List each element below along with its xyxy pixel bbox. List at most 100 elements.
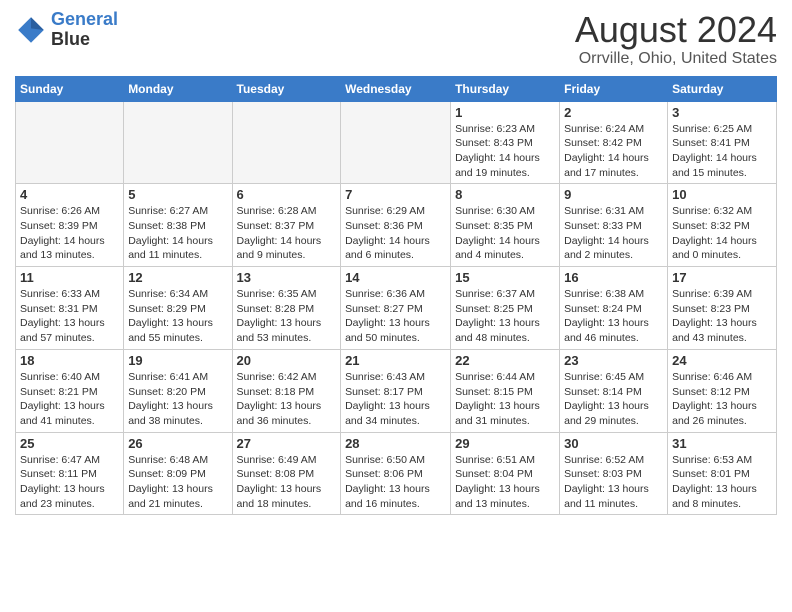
title-block: August 2024 Orrville, Ohio, United State…: [575, 10, 777, 68]
calendar-cell: 28 Sunrise: 6:50 AM Sunset: 8:06 PM Dayli…: [341, 432, 451, 515]
day-number: 12: [128, 270, 227, 285]
day-number: 19: [128, 353, 227, 368]
calendar-cell: 24 Sunrise: 6:46 AM Sunset: 8:12 PM Dayli…: [668, 349, 777, 432]
day-info: Sunrise: 6:35 AM Sunset: 8:28 PM Dayligh…: [237, 287, 337, 346]
calendar-cell: 30 Sunrise: 6:52 AM Sunset: 8:03 PM Dayli…: [560, 432, 668, 515]
calendar-cell: 17Sunrise: 6:39 AM Sunset: 8:23 PM Dayli…: [668, 267, 777, 350]
day-info: Sunrise: 6:45 AM Sunset: 8:14 PM Dayligh…: [564, 370, 663, 429]
day-info: Sunrise: 6:36 AM Sunset: 8:27 PM Dayligh…: [345, 287, 446, 346]
day-info: Sunrise: 6:34 AM Sunset: 8:29 PM Dayligh…: [128, 287, 227, 346]
day-number: 14: [345, 270, 446, 285]
day-number: 4: [20, 187, 119, 202]
calendar: SundayMondayTuesdayWednesdayThursdayFrid…: [15, 76, 777, 516]
calendar-cell: 29Sunrise: 6:51 AM Sunset: 8:04 PM Dayli…: [451, 432, 560, 515]
calendar-header: SundayMondayTuesdayWednesdayThursdayFrid…: [16, 76, 777, 101]
calendar-cell: 20Sunrise: 6:42 AM Sunset: 8:18 PM Dayli…: [232, 349, 341, 432]
day-info: Sunrise: 6:52 AM Sunset: 8:03 PM Dayligh…: [564, 453, 663, 512]
day-info: Sunrise: 6:48 AM Sunset: 8:09 PM Dayligh…: [128, 453, 227, 512]
page: General Blue August 2024 Orrville, Ohio,…: [0, 0, 792, 525]
day-number: 21: [345, 353, 446, 368]
days-of-week-row: SundayMondayTuesdayWednesdayThursdayFrid…: [16, 76, 777, 101]
calendar-cell: 2 Sunrise: 6:24 AM Sunset: 8:42 PM Daylig…: [560, 101, 668, 184]
day-info: Sunrise: 6:38 AM Sunset: 8:24 PM Dayligh…: [564, 287, 663, 346]
day-info: Sunrise: 6:24 AM Sunset: 8:42 PM Dayligh…: [564, 122, 663, 181]
day-number: 22: [455, 353, 555, 368]
calendar-week-row: 11 Sunrise: 6:33 AM Sunset: 8:31 PM Dayli…: [16, 267, 777, 350]
calendar-cell: 4 Sunrise: 6:26 AM Sunset: 8:39 PM Daylig…: [16, 184, 124, 267]
day-info: Sunrise: 6:41 AM Sunset: 8:20 PM Dayligh…: [128, 370, 227, 429]
day-number: 6: [237, 187, 337, 202]
day-of-week-header: Monday: [124, 76, 232, 101]
day-number: 24: [672, 353, 772, 368]
day-info: Sunrise: 6:25 AM Sunset: 8:41 PM Dayligh…: [672, 122, 772, 181]
calendar-cell: 10 Sunrise: 6:32 AM Sunset: 8:32 PM Dayli…: [668, 184, 777, 267]
day-info: Sunrise: 6:50 AM Sunset: 8:06 PM Dayligh…: [345, 453, 446, 512]
day-number: 9: [564, 187, 663, 202]
day-info: Sunrise: 6:40 AM Sunset: 8:21 PM Dayligh…: [20, 370, 119, 429]
calendar-cell: 31 Sunrise: 6:53 AM Sunset: 8:01 PM Dayli…: [668, 432, 777, 515]
calendar-week-row: 1 Sunrise: 6:23 AM Sunset: 8:43 PM Daylig…: [16, 101, 777, 184]
logo-line2: Blue: [51, 30, 118, 50]
calendar-cell: 26 Sunrise: 6:48 AM Sunset: 8:09 PM Dayli…: [124, 432, 232, 515]
day-number: 30: [564, 436, 663, 451]
calendar-cell: [232, 101, 341, 184]
calendar-cell: 6 Sunrise: 6:28 AM Sunset: 8:37 PM Daylig…: [232, 184, 341, 267]
calendar-cell: 19 Sunrise: 6:41 AM Sunset: 8:20 PM Dayli…: [124, 349, 232, 432]
calendar-cell: 15 Sunrise: 6:37 AM Sunset: 8:25 PM Dayli…: [451, 267, 560, 350]
day-number: 2: [564, 105, 663, 120]
calendar-week-row: 25 Sunrise: 6:47 AM Sunset: 8:11 PM Dayli…: [16, 432, 777, 515]
calendar-week-row: 4 Sunrise: 6:26 AM Sunset: 8:39 PM Daylig…: [16, 184, 777, 267]
day-number: 13: [237, 270, 337, 285]
day-info: Sunrise: 6:27 AM Sunset: 8:38 PM Dayligh…: [128, 204, 227, 263]
calendar-week-row: 18Sunrise: 6:40 AM Sunset: 8:21 PM Dayli…: [16, 349, 777, 432]
day-number: 15: [455, 270, 555, 285]
day-info: Sunrise: 6:28 AM Sunset: 8:37 PM Dayligh…: [237, 204, 337, 263]
calendar-cell: 14 Sunrise: 6:36 AM Sunset: 8:27 PM Dayli…: [341, 267, 451, 350]
calendar-cell: 11 Sunrise: 6:33 AM Sunset: 8:31 PM Dayli…: [16, 267, 124, 350]
day-number: 1: [455, 105, 555, 120]
day-number: 26: [128, 436, 227, 451]
header: General Blue August 2024 Orrville, Ohio,…: [15, 10, 777, 68]
calendar-cell: 3 Sunrise: 6:25 AM Sunset: 8:41 PM Daylig…: [668, 101, 777, 184]
calendar-cell: 21Sunrise: 6:43 AM Sunset: 8:17 PM Dayli…: [341, 349, 451, 432]
day-number: 16: [564, 270, 663, 285]
logo-line1: General: [51, 9, 118, 29]
day-number: 8: [455, 187, 555, 202]
day-number: 25: [20, 436, 119, 451]
calendar-body: 1 Sunrise: 6:23 AM Sunset: 8:43 PM Daylig…: [16, 101, 777, 515]
day-info: Sunrise: 6:30 AM Sunset: 8:35 PM Dayligh…: [455, 204, 555, 263]
day-info: Sunrise: 6:37 AM Sunset: 8:25 PM Dayligh…: [455, 287, 555, 346]
day-number: 23: [564, 353, 663, 368]
day-info: Sunrise: 6:32 AM Sunset: 8:32 PM Dayligh…: [672, 204, 772, 263]
subtitle: Orrville, Ohio, United States: [575, 50, 777, 68]
calendar-cell: [341, 101, 451, 184]
calendar-cell: 7Sunrise: 6:29 AM Sunset: 8:36 PM Daylig…: [341, 184, 451, 267]
day-number: 5: [128, 187, 227, 202]
logo: General Blue: [15, 10, 118, 50]
calendar-cell: 23 Sunrise: 6:45 AM Sunset: 8:14 PM Dayli…: [560, 349, 668, 432]
calendar-cell: 22Sunrise: 6:44 AM Sunset: 8:15 PM Dayli…: [451, 349, 560, 432]
day-number: 3: [672, 105, 772, 120]
day-info: Sunrise: 6:53 AM Sunset: 8:01 PM Dayligh…: [672, 453, 772, 512]
calendar-cell: 18Sunrise: 6:40 AM Sunset: 8:21 PM Dayli…: [16, 349, 124, 432]
day-of-week-header: Friday: [560, 76, 668, 101]
day-info: Sunrise: 6:26 AM Sunset: 8:39 PM Dayligh…: [20, 204, 119, 263]
day-of-week-header: Saturday: [668, 76, 777, 101]
day-info: Sunrise: 6:33 AM Sunset: 8:31 PM Dayligh…: [20, 287, 119, 346]
day-info: Sunrise: 6:47 AM Sunset: 8:11 PM Dayligh…: [20, 453, 119, 512]
day-info: Sunrise: 6:46 AM Sunset: 8:12 PM Dayligh…: [672, 370, 772, 429]
calendar-cell: 1 Sunrise: 6:23 AM Sunset: 8:43 PM Daylig…: [451, 101, 560, 184]
day-number: 31: [672, 436, 772, 451]
day-number: 11: [20, 270, 119, 285]
day-of-week-header: Thursday: [451, 76, 560, 101]
calendar-cell: 8 Sunrise: 6:30 AM Sunset: 8:35 PM Daylig…: [451, 184, 560, 267]
calendar-cell: 13 Sunrise: 6:35 AM Sunset: 8:28 PM Dayli…: [232, 267, 341, 350]
day-of-week-header: Wednesday: [341, 76, 451, 101]
day-number: 10: [672, 187, 772, 202]
calendar-cell: 5 Sunrise: 6:27 AM Sunset: 8:38 PM Daylig…: [124, 184, 232, 267]
calendar-cell: 9Sunrise: 6:31 AM Sunset: 8:33 PM Daylig…: [560, 184, 668, 267]
day-info: Sunrise: 6:23 AM Sunset: 8:43 PM Dayligh…: [455, 122, 555, 181]
day-info: Sunrise: 6:49 AM Sunset: 8:08 PM Dayligh…: [237, 453, 337, 512]
day-number: 28: [345, 436, 446, 451]
day-info: Sunrise: 6:39 AM Sunset: 8:23 PM Dayligh…: [672, 287, 772, 346]
